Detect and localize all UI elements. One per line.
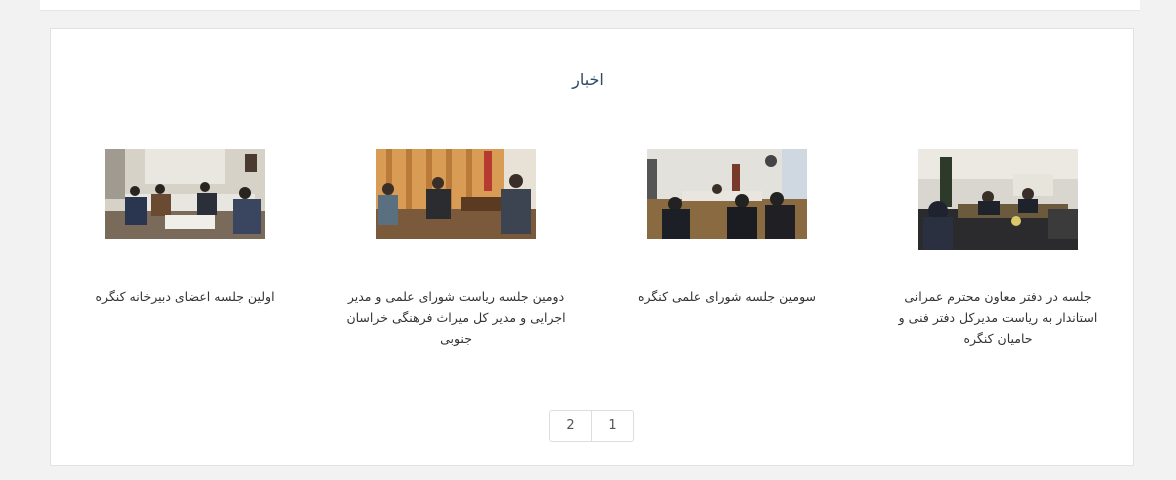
news-caption-1[interactable]: جلسه در دفتر معاون محترم عمرانی استاندار… [882, 286, 1114, 349]
page-button-2[interactable]: 2 [550, 411, 591, 441]
section-title: اخبار [572, 70, 604, 89]
top-bar [40, 0, 1140, 11]
news-thumbnail-1[interactable] [918, 149, 1078, 250]
news-thumbnail-3[interactable] [376, 149, 536, 239]
news-caption-4[interactable]: اولین جلسه اعضای دبیرخانه کنگره [65, 286, 305, 307]
pagination: 2 1 [549, 410, 634, 442]
page-button-1[interactable]: 1 [591, 411, 633, 441]
news-caption-3[interactable]: دومین جلسه ریاست شورای علمی و مدیر اجرای… [336, 286, 576, 349]
news-thumbnail-2[interactable] [647, 149, 807, 239]
news-thumbnail-4[interactable] [105, 149, 265, 239]
news-caption-2[interactable]: سومین جلسه شورای علمی کنگره [607, 286, 847, 307]
